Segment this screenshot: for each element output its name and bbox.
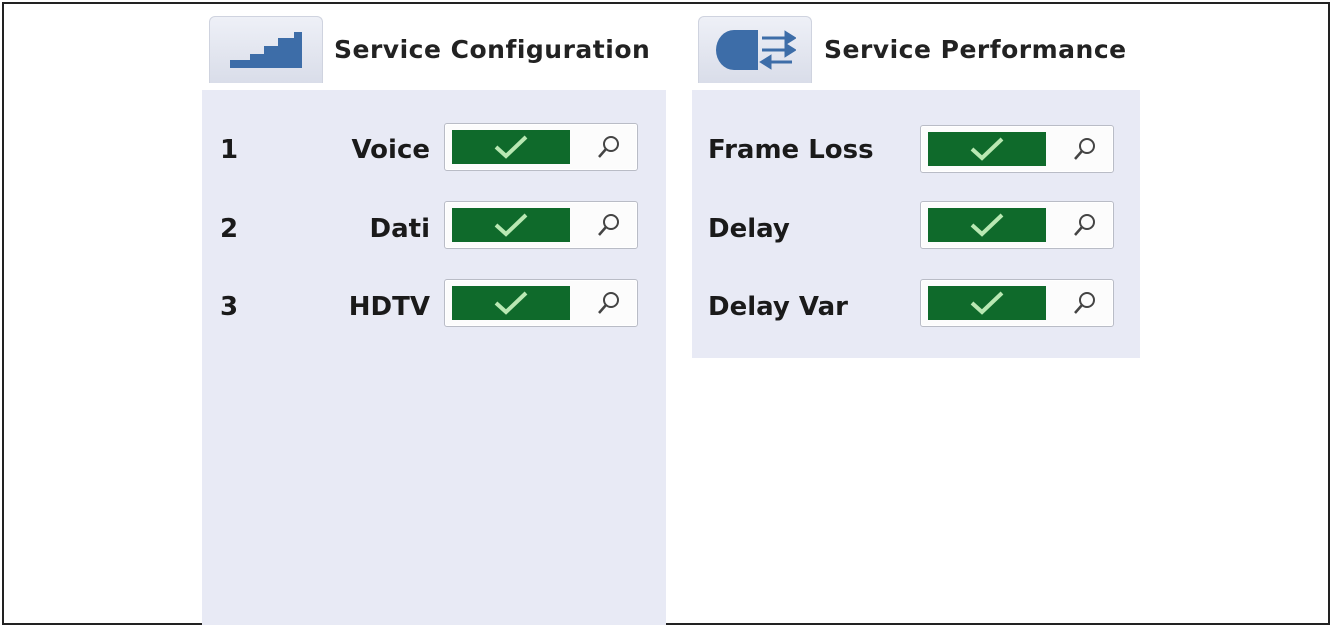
details-button[interactable]	[1065, 210, 1105, 240]
checkmark-icon	[494, 291, 528, 315]
service-number: 1	[220, 135, 239, 165]
details-button[interactable]	[1065, 134, 1105, 164]
service-performance-title: Service Performance	[824, 35, 1127, 64]
metric-status-control	[920, 125, 1114, 173]
magnifier-icon	[598, 136, 619, 158]
service-name: Dati	[369, 214, 430, 244]
checkmark-icon	[970, 213, 1004, 237]
pipe-arrows-icon	[716, 30, 796, 70]
magnifier-icon	[1074, 138, 1095, 160]
metric-status-control	[920, 279, 1114, 327]
magnifier-icon	[598, 214, 619, 236]
details-button[interactable]	[1065, 288, 1105, 318]
service-number: 3	[220, 292, 239, 322]
service-configuration-title: Service Configuration	[334, 35, 651, 64]
service-status-control	[444, 123, 638, 171]
metric-name: Delay	[708, 214, 790, 244]
pass-status-button[interactable]	[928, 208, 1046, 242]
details-button[interactable]	[589, 210, 629, 240]
metric-name: Delay Var	[708, 292, 848, 322]
pass-status-button[interactable]	[928, 132, 1046, 166]
metric-status-control	[920, 201, 1114, 249]
pass-status-button[interactable]	[928, 286, 1046, 320]
magnifier-icon	[1074, 214, 1095, 236]
magnifier-icon	[1074, 292, 1095, 314]
service-name: HDTV	[348, 292, 430, 322]
pass-status-button[interactable]	[452, 286, 570, 320]
metric-name: Frame Loss	[708, 135, 874, 165]
service-configuration-tab-icon[interactable]	[209, 16, 323, 83]
details-button[interactable]	[589, 132, 629, 162]
checkmark-icon	[494, 213, 528, 237]
magnifier-icon	[598, 292, 619, 314]
details-button[interactable]	[589, 288, 629, 318]
results-screen: Service Configuration Service Performanc…	[2, 2, 1330, 625]
checkmark-icon	[494, 135, 528, 159]
service-performance-tab-icon[interactable]	[698, 16, 812, 83]
checkmark-icon	[970, 291, 1004, 315]
service-number: 2	[220, 214, 239, 244]
service-status-control	[444, 201, 638, 249]
checkmark-icon	[970, 137, 1004, 161]
service-status-control	[444, 279, 638, 327]
pass-status-button[interactable]	[452, 208, 570, 242]
pass-status-button[interactable]	[452, 130, 570, 164]
service-name: Voice	[351, 135, 430, 165]
staircase-bars-icon	[230, 32, 302, 68]
